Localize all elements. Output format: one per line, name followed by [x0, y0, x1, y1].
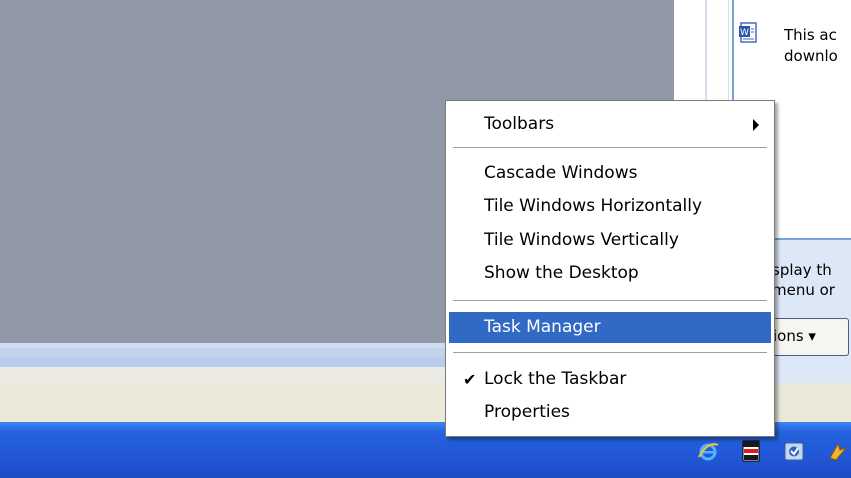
menu-item-label: Lock the Taskbar — [484, 369, 627, 389]
menu-item-tile-vertically[interactable]: Tile Windows Vertically — [449, 225, 771, 256]
checkmark-icon: ✔ — [463, 370, 477, 389]
update-icon[interactable] — [783, 440, 805, 462]
menu-item-properties[interactable]: Properties — [449, 397, 771, 428]
taskbar-context-menu: Toolbars Cascade Windows Tile Windows Ho… — [445, 100, 775, 437]
menu-item-label: Toolbars — [484, 114, 555, 134]
menu-item-label: Cascade Windows — [484, 163, 638, 183]
info-text-line-2: downlo — [784, 47, 838, 65]
menu-item-task-manager[interactable]: Task Manager — [449, 312, 771, 343]
menu-item-toolbars[interactable]: Toolbars — [449, 109, 771, 140]
network-icon[interactable] — [826, 440, 848, 462]
menu-item-tile-horizontally[interactable]: Tile Windows Horizontally — [449, 191, 771, 222]
svg-text:W: W — [740, 28, 749, 38]
lower-text: splay th menu or — [772, 260, 851, 300]
info-text: This ac downlo — [784, 25, 851, 67]
word-document-icon: W — [739, 22, 757, 43]
lower-text-line-1: splay th — [772, 261, 832, 279]
menu-item-label: Show the Desktop — [484, 263, 639, 283]
menu-item-label: Task Manager — [484, 317, 601, 337]
menu-separator — [453, 300, 767, 302]
submenu-arrow-icon — [753, 119, 759, 131]
menu-separator — [453, 352, 767, 354]
menu-item-label: Tile Windows Horizontally — [484, 196, 703, 216]
menu-item-label: Properties — [484, 402, 570, 422]
menu-separator — [453, 147, 767, 149]
lower-text-line-2: menu or — [772, 281, 835, 299]
flag-icon[interactable] — [740, 440, 762, 462]
menu-item-label: Tile Windows Vertically — [484, 230, 679, 250]
internet-explorer-icon[interactable] — [697, 440, 719, 462]
menu-item-show-desktop[interactable]: Show the Desktop — [449, 258, 771, 289]
info-text-line-1: This ac — [784, 26, 837, 44]
menu-item-lock-taskbar[interactable]: ✔ Lock the Taskbar — [449, 364, 771, 395]
menu-item-cascade-windows[interactable]: Cascade Windows — [449, 158, 771, 189]
